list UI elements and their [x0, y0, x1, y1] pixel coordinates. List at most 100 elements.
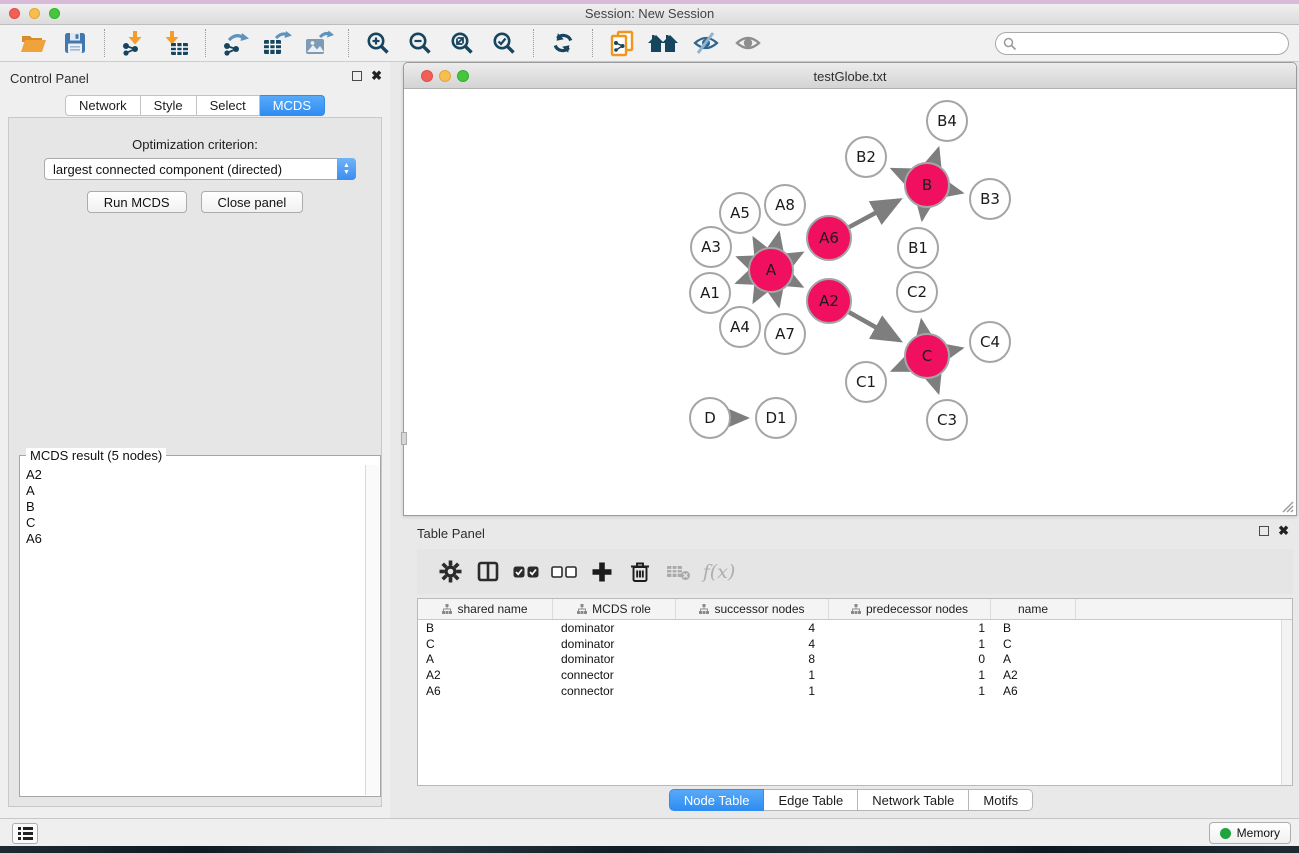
show-all-button[interactable]: [727, 28, 769, 58]
open-session-button[interactable]: [12, 28, 54, 58]
show-columns-button[interactable]: [469, 555, 507, 589]
tab-edge-table[interactable]: Edge Table: [764, 789, 858, 811]
resize-grip-icon[interactable]: [1280, 499, 1294, 513]
network-graph[interactable]: B4B2BB3B1A5A8A6A3AA1A2C2A4A7C4CC1C3DD1: [404, 89, 1296, 515]
mcds-result-scrollbar[interactable]: [365, 465, 379, 795]
cell-shared-name[interactable]: B: [418, 621, 553, 635]
save-session-button[interactable]: [54, 28, 96, 58]
graph-edge-C-C2[interactable]: [921, 321, 923, 334]
graph-edge-A-A6[interactable]: [791, 253, 802, 259]
tab-select[interactable]: Select: [197, 95, 260, 116]
cell-name[interactable]: A6: [991, 684, 1076, 698]
float-panel-icon[interactable]: [352, 71, 362, 81]
graph-edge-C-C3[interactable]: [934, 378, 938, 392]
cell-predecessor-nodes[interactable]: 1: [829, 637, 991, 651]
network-window-titlebar[interactable]: testGlobe.txt: [404, 63, 1296, 89]
tab-network[interactable]: Network: [65, 95, 141, 116]
graph-edge-B-B3[interactable]: [949, 190, 961, 193]
zoom-in-button[interactable]: [357, 28, 399, 58]
column-header-name[interactable]: name: [991, 599, 1076, 619]
hide-selected-button[interactable]: [685, 28, 727, 58]
graph-edge-B-B4[interactable]: [934, 149, 938, 163]
cell-MCDS-role[interactable]: connector: [553, 684, 676, 698]
mcds-result-item[interactable]: C: [26, 515, 365, 531]
home-view-button[interactable]: [643, 28, 685, 58]
cell-successor-nodes[interactable]: 1: [676, 684, 829, 698]
tab-style[interactable]: Style: [141, 95, 197, 116]
cell-successor-nodes[interactable]: 4: [676, 621, 829, 635]
table-scrollbar[interactable]: [1281, 620, 1292, 785]
tab-mcds[interactable]: MCDS: [260, 95, 325, 116]
tab-network-table[interactable]: Network Table: [858, 789, 969, 811]
mcds-result-item[interactable]: A6: [26, 531, 365, 547]
graph-edge-A-A7[interactable]: [776, 292, 779, 305]
graph-edge-A-A2[interactable]: [791, 281, 801, 287]
zoom-selected-button[interactable]: [483, 28, 525, 58]
cell-successor-nodes[interactable]: 8: [676, 652, 829, 666]
optimization-criterion-dropdown[interactable]: largest connected component (directed) ▲…: [44, 158, 356, 180]
table-row[interactable]: Bdominator41B: [418, 620, 1281, 636]
cell-MCDS-role[interactable]: dominator: [553, 652, 676, 666]
close-table-panel-icon[interactable]: ✖: [1278, 526, 1289, 536]
graph-edge-A-A5[interactable]: [754, 238, 760, 249]
function-builder-button[interactable]: f(x): [697, 555, 735, 589]
export-network-button[interactable]: [214, 28, 256, 58]
export-image-button[interactable]: [298, 28, 340, 58]
cell-MCDS-role[interactable]: dominator: [553, 621, 676, 635]
graph-edge-A-A8[interactable]: [776, 233, 779, 247]
graph-edge-A-A1[interactable]: [737, 278, 749, 283]
cell-name[interactable]: B: [991, 621, 1076, 635]
mcds-result-list[interactable]: A2ABCA6: [21, 465, 365, 795]
graph-edge-C-C1[interactable]: [893, 365, 906, 371]
cell-predecessor-nodes[interactable]: 1: [829, 684, 991, 698]
cell-successor-nodes[interactable]: 4: [676, 637, 829, 651]
table-row[interactable]: Cdominator41C: [418, 636, 1281, 652]
column-header-shared-name[interactable]: shared name: [418, 599, 553, 619]
table-row[interactable]: A2connector11A2: [418, 667, 1281, 683]
refresh-layout-button[interactable]: [542, 28, 584, 58]
zoom-out-button[interactable]: [399, 28, 441, 58]
graph-edge-C-C4[interactable]: [949, 348, 961, 351]
zoom-fit-button[interactable]: [441, 28, 483, 58]
run-mcds-button[interactable]: Run MCDS: [87, 191, 187, 213]
deselect-all-button[interactable]: [545, 555, 583, 589]
cell-shared-name[interactable]: C: [418, 637, 553, 651]
cell-predecessor-nodes[interactable]: 0: [829, 652, 991, 666]
graph-edge-A2-C[interactable]: [849, 312, 899, 340]
delete-table-button[interactable]: [659, 555, 697, 589]
tab-node-table[interactable]: Node Table: [669, 789, 765, 811]
table-settings-button[interactable]: [431, 555, 469, 589]
duplicate-network-button[interactable]: [601, 28, 643, 58]
column-header-MCDS-role[interactable]: MCDS role: [553, 599, 676, 619]
mcds-result-item[interactable]: A: [26, 483, 365, 499]
cell-name[interactable]: A2: [991, 668, 1076, 682]
graph-edge-B-B1[interactable]: [922, 208, 924, 220]
delete-entry-button[interactable]: [621, 555, 659, 589]
add-entry-button[interactable]: [583, 555, 621, 589]
cell-name[interactable]: C: [991, 637, 1076, 651]
mcds-result-item[interactable]: B: [26, 499, 365, 515]
close-panel-icon[interactable]: ✖: [371, 71, 382, 81]
search-input[interactable]: [1021, 37, 1288, 51]
table-row[interactable]: Adominator80A: [418, 652, 1281, 668]
cell-shared-name[interactable]: A: [418, 652, 553, 666]
import-table-button[interactable]: [155, 28, 197, 58]
splitter-handle[interactable]: [401, 432, 407, 445]
column-header-predecessor-nodes[interactable]: predecessor nodes: [829, 599, 991, 619]
memory-button[interactable]: Memory: [1209, 822, 1291, 844]
task-history-button[interactable]: [12, 823, 38, 844]
search-field[interactable]: [995, 32, 1289, 55]
graph-edge-A6-B[interactable]: [849, 200, 899, 227]
column-header-successor-nodes[interactable]: successor nodes: [676, 599, 829, 619]
export-table-button[interactable]: [256, 28, 298, 58]
graph-edge-A-A3[interactable]: [738, 257, 749, 261]
network-canvas[interactable]: B4B2BB3B1A5A8A6A3AA1A2C2A4A7C4CC1C3DD1: [404, 89, 1296, 515]
cell-successor-nodes[interactable]: 1: [676, 668, 829, 682]
cell-predecessor-nodes[interactable]: 1: [829, 668, 991, 682]
float-table-panel-icon[interactable]: [1259, 526, 1269, 536]
import-network-button[interactable]: [113, 28, 155, 58]
cell-predecessor-nodes[interactable]: 1: [829, 621, 991, 635]
graph-edge-B-B2[interactable]: [892, 169, 906, 175]
close-panel-button[interactable]: Close panel: [201, 191, 304, 213]
cell-MCDS-role[interactable]: connector: [553, 668, 676, 682]
